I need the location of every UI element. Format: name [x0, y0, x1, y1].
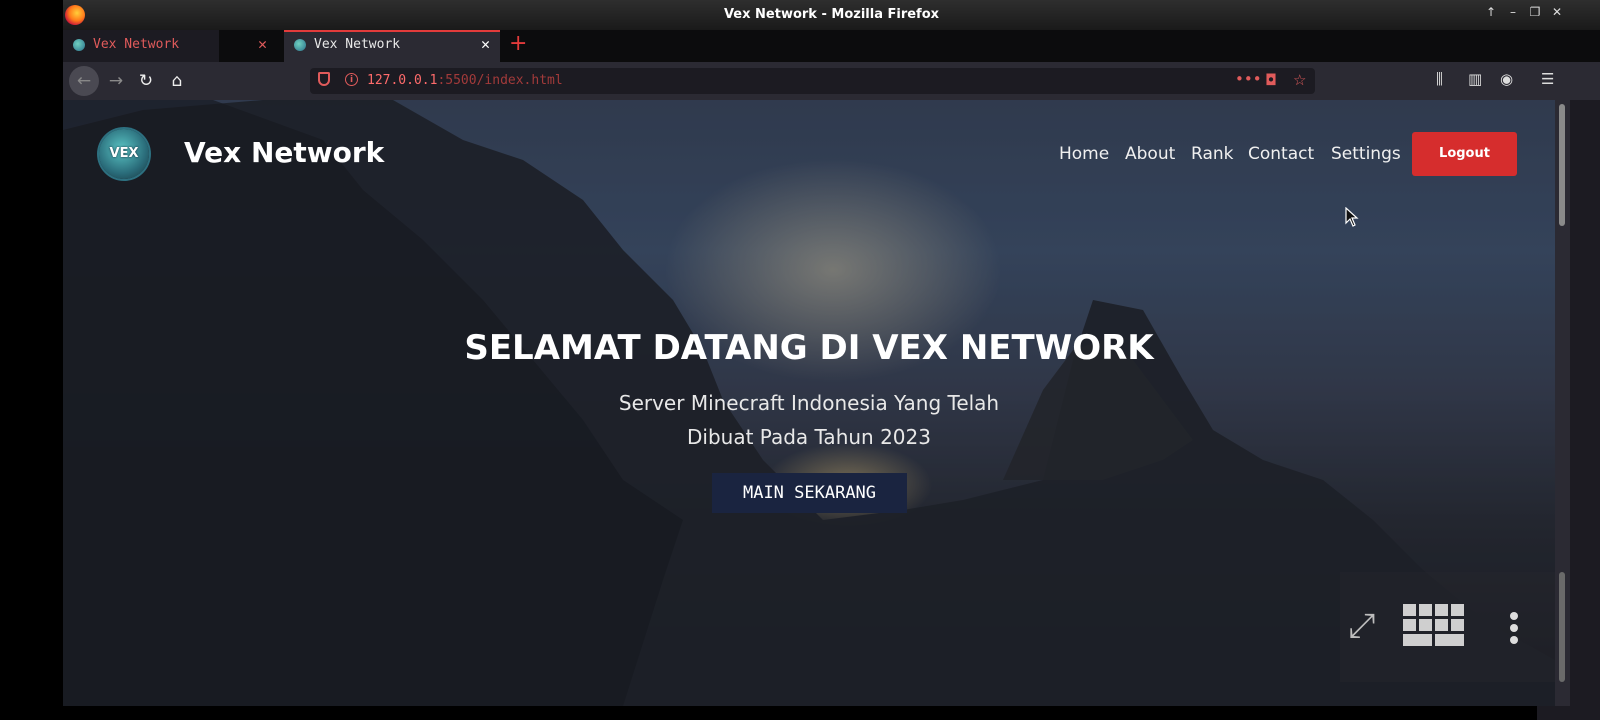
close-icon[interactable]: ✕: [258, 35, 267, 53]
browser-window: Vex Network - Mozilla Firefox ↑ – ❐ ✕ Ve…: [63, 0, 1600, 720]
back-icon[interactable]: ←: [69, 66, 99, 96]
menu-icon[interactable]: ☰: [1541, 70, 1554, 88]
window-pin-button[interactable]: ↑: [1482, 5, 1500, 19]
tab-1[interactable]: Vex Network ✕: [63, 30, 282, 62]
title-bar: Vex Network - Mozilla Firefox ↑ – ❐ ✕: [63, 0, 1600, 30]
scrollbar-thumb-secondary[interactable]: [1559, 572, 1565, 682]
url-text[interactable]: 127.0.0.1:5500/index.html: [367, 73, 563, 88]
pocket-icon[interactable]: ◘: [1265, 71, 1277, 89]
home-icon[interactable]: ⌂: [164, 68, 190, 94]
desktop-bottom: [0, 706, 1537, 720]
window-title: Vex Network - Mozilla Firefox: [723, 7, 940, 22]
window-minimize-button[interactable]: –: [1504, 5, 1522, 19]
page-content: VEX Vex Network Home About Rank Contact …: [63, 100, 1555, 706]
reload-icon[interactable]: ↻: [133, 68, 159, 94]
nav-home[interactable]: Home: [1059, 144, 1109, 164]
navigation-toolbar: ← → ↻ ⌂ i 127.0.0.1:5500/index.html ••• …: [63, 62, 1600, 100]
star-icon[interactable]: ☆: [1293, 71, 1306, 89]
video-overlay-controls: ⤢: [1340, 572, 1555, 682]
tab-2[interactable]: Vex Network ✕: [284, 30, 500, 62]
scrollbar-thumb[interactable]: [1559, 104, 1565, 226]
url-bar[interactable]: i 127.0.0.1:5500/index.html ••• ◘ ☆: [310, 68, 1315, 94]
nav-settings[interactable]: Settings: [1331, 144, 1401, 164]
hero-title: SELAMAT DATANG DI VEX NETWORK: [464, 328, 1154, 368]
tab-bar: Vex Network ✕ Vex Network ✕ +: [63, 30, 1600, 62]
tab-label: Vex Network: [314, 37, 401, 52]
page-actions-icon[interactable]: •••: [1235, 70, 1262, 88]
site-brand[interactable]: Vex Network: [184, 136, 384, 169]
close-icon[interactable]: ✕: [481, 35, 490, 53]
nav-contact[interactable]: Contact: [1248, 144, 1314, 164]
expand-icon[interactable]: ⤢: [1344, 608, 1380, 644]
nav-about[interactable]: About: [1125, 144, 1175, 164]
logo-text: VEX: [109, 146, 139, 161]
window-maximize-button[interactable]: ❐: [1526, 5, 1544, 19]
window-edge: [1570, 100, 1600, 706]
hero-subtitle: Server Minecraft Indonesia Yang Telah Di…: [63, 386, 1555, 454]
globe-icon: [294, 39, 306, 51]
nav-rank[interactable]: Rank: [1191, 144, 1233, 164]
tab-shade: [219, 30, 282, 62]
info-icon[interactable]: i: [345, 73, 358, 86]
forward-icon[interactable]: →: [103, 68, 129, 94]
desktop-background: [0, 0, 63, 720]
kebab-icon[interactable]: [1510, 612, 1520, 646]
new-tab-button[interactable]: +: [509, 31, 527, 56]
url-host: 127.0.0.1: [367, 73, 438, 88]
page-scrollbar[interactable]: [1555, 100, 1570, 706]
globe-icon: [73, 39, 85, 51]
hero-subtitle-line-2: Dibuat Pada Tahun 2023: [687, 425, 931, 449]
hero-subtitle-line-1: Server Minecraft Indonesia Yang Telah: [618, 391, 1000, 415]
site-logo[interactable]: VEX: [99, 129, 149, 179]
window-close-button[interactable]: ✕: [1548, 5, 1566, 19]
play-now-button[interactable]: MAIN SEKARANG: [712, 473, 907, 513]
shield-icon[interactable]: [318, 72, 330, 86]
account-icon[interactable]: ◉: [1500, 70, 1513, 88]
logout-button[interactable]: Logout: [1412, 132, 1517, 176]
url-path: :5500/index.html: [437, 73, 563, 88]
grid-icon[interactable]: [1403, 604, 1465, 648]
sidebar-icon[interactable]: ▥: [1468, 70, 1482, 88]
tab-label: Vex Network: [93, 37, 180, 52]
library-icon[interactable]: ⫼: [1436, 70, 1443, 88]
